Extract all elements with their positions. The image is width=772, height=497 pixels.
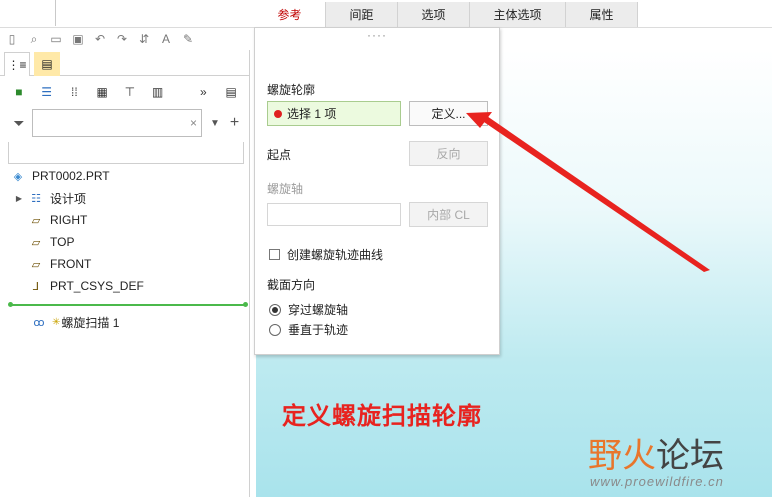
overflow-icon[interactable]: »: [195, 83, 213, 101]
insert-indicator[interactable]: [10, 304, 246, 306]
insert-indicator-handle: [243, 302, 248, 307]
model-tree-tab-icon[interactable]: ⋮≡: [4, 52, 30, 76]
tree-list-icon[interactable]: ☰: [38, 83, 56, 101]
tree-root-label: PRT0002.PRT: [32, 169, 110, 183]
tree-item-csys[interactable]: ⅃ PRT_CSYS_DEF: [28, 276, 144, 296]
section-orientation-label: 截面方向: [267, 278, 316, 292]
helical-sweep-icon: ꝏ: [33, 316, 45, 329]
add-icon[interactable]: +: [230, 114, 239, 132]
tree-search-input[interactable]: ×: [32, 109, 202, 137]
folder-browser-tab-icon[interactable]: ▤: [34, 52, 60, 76]
start-point-label: 起点: [267, 148, 292, 162]
quick-access-toolbar: ▯ ⌕ ▭ ▣ ↶ ↷ ⇵ A ✎: [0, 28, 256, 50]
tree-item-label: 设计项: [50, 191, 87, 206]
profile-label: 螺旋轮廓: [267, 83, 316, 97]
radio-through-axis[interactable]: 穿过螺旋轴: [269, 301, 348, 318]
tree-search-row: ⏷ × ▼ +: [10, 108, 246, 138]
references-panel: ···· 螺旋轮廓 选择 1 项 定义... 起点 反向 螺旋轴 内部 CL 创…: [254, 27, 500, 355]
datum-plane-icon: ▱: [31, 236, 41, 249]
tab-pitch[interactable]: 间距: [326, 2, 398, 27]
selection-dot-icon: [274, 109, 282, 118]
tree-item-label: PRT_CSYS_DEF: [50, 279, 144, 293]
tree-root[interactable]: ◈ PRT0002.PRT: [10, 166, 110, 186]
open-folder-icon[interactable]: ▭: [48, 31, 64, 47]
redo-icon[interactable]: ↷: [114, 31, 130, 47]
regenerate-icon[interactable]: ⇵: [136, 31, 152, 47]
radio-button-selected[interactable]: [269, 303, 281, 316]
tree-columns-icon[interactable]: ⁞⁞: [66, 83, 84, 101]
new-feature-marker-icon: ✳: [52, 316, 61, 328]
datum-plane-icon: ▱: [31, 258, 41, 271]
edit-icon[interactable]: ✎: [180, 31, 196, 47]
quick-access-box: [0, 0, 56, 26]
design-items-icon: ☷: [31, 192, 41, 205]
radio-normal-label: 垂直于轨迹: [288, 323, 349, 337]
tree-settings-icon[interactable]: ▥: [149, 83, 167, 101]
open-search-icon[interactable]: ⌕: [26, 31, 42, 47]
tab-properties[interactable]: 属性: [566, 2, 638, 27]
radio-through-axis-label: 穿过螺旋轴: [288, 303, 349, 317]
create-helix-curve-option[interactable]: 创建螺旋轨迹曲线: [269, 246, 383, 263]
save-icon[interactable]: ▣: [70, 31, 86, 47]
radio-button[interactable]: [269, 323, 281, 336]
define-button[interactable]: 定义...: [409, 101, 488, 126]
filter-icon[interactable]: ⏷: [10, 114, 28, 132]
insert-indicator-handle: [8, 302, 13, 307]
tree-filter-icon[interactable]: ⊤: [121, 83, 139, 101]
watermark-logo: 野火论坛: [588, 436, 724, 476]
undo-icon[interactable]: ↶: [92, 31, 108, 47]
tree-item-label: 螺旋扫描 1: [61, 315, 120, 330]
tree-table-icon[interactable]: ▦: [93, 83, 111, 101]
tree-item-label: TOP: [50, 235, 75, 249]
part-icon: ◈: [13, 170, 23, 183]
tree-item-right[interactable]: ▱ RIGHT: [28, 210, 88, 230]
model-tree-panel: ⋮≡ ▤ ■ ☰ ⁞⁞ ▦ ⊤ ▥ » ▤ ⏷ × ▼ + ◈ PRT0002.…: [0, 50, 250, 497]
panel-grip[interactable]: ····: [367, 28, 387, 42]
radio-normal-to-trajectory[interactable]: 垂直于轨迹: [269, 321, 348, 338]
navigator-tabs: ⋮≡ ▤: [0, 52, 250, 76]
watermark-url: www.proewildfire.cn: [590, 474, 724, 489]
internal-cl-button[interactable]: 内部 CL: [409, 202, 488, 227]
helix-axis-collector[interactable]: [267, 203, 401, 226]
create-helix-curve-label: 创建螺旋轨迹曲线: [287, 248, 384, 262]
tree-item-label: RIGHT: [50, 213, 88, 227]
tree-header: [8, 142, 244, 164]
tab-body-options[interactable]: 主体选项: [470, 2, 566, 27]
coordinate-system-icon: ⅃: [32, 280, 40, 293]
dashboard-tabs: 参考 间距 选项 主体选项 属性: [254, 2, 638, 27]
annotation-icon[interactable]: A: [158, 31, 174, 47]
tab-references[interactable]: 参考: [254, 2, 326, 27]
cube-icon[interactable]: ■: [10, 83, 28, 101]
profile-collector-value: 选择 1 项: [287, 107, 337, 121]
tree-item-design-items[interactable]: ▶ ☷ 设计项: [14, 188, 86, 208]
annotation-text: 定义螺旋扫描轮廓: [282, 403, 482, 430]
helix-axis-label: 螺旋轴: [267, 182, 304, 196]
create-helix-curve-checkbox[interactable]: [269, 249, 280, 260]
layer-icon[interactable]: ▤: [222, 83, 240, 101]
tree-item-front[interactable]: ▱ FRONT: [28, 254, 92, 274]
expand-icon[interactable]: ▶: [14, 194, 24, 203]
tree-item-helical-sweep[interactable]: ꝏ ✳ 螺旋扫描 1: [28, 312, 119, 332]
datum-plane-icon: ▱: [31, 214, 41, 227]
profile-collector[interactable]: 选择 1 项: [267, 101, 401, 126]
tab-options[interactable]: 选项: [398, 2, 470, 27]
new-file-icon[interactable]: ▯: [4, 31, 20, 47]
tree-item-top[interactable]: ▱ TOP: [28, 232, 75, 252]
chevron-down-icon[interactable]: ▼: [210, 118, 220, 129]
tree-item-label: FRONT: [50, 257, 92, 271]
clear-icon[interactable]: ×: [190, 116, 197, 130]
tree-toolbar: ■ ☰ ⁞⁞ ▦ ⊤ ▥ » ▤: [0, 80, 250, 104]
reverse-button[interactable]: 反向: [409, 141, 488, 166]
